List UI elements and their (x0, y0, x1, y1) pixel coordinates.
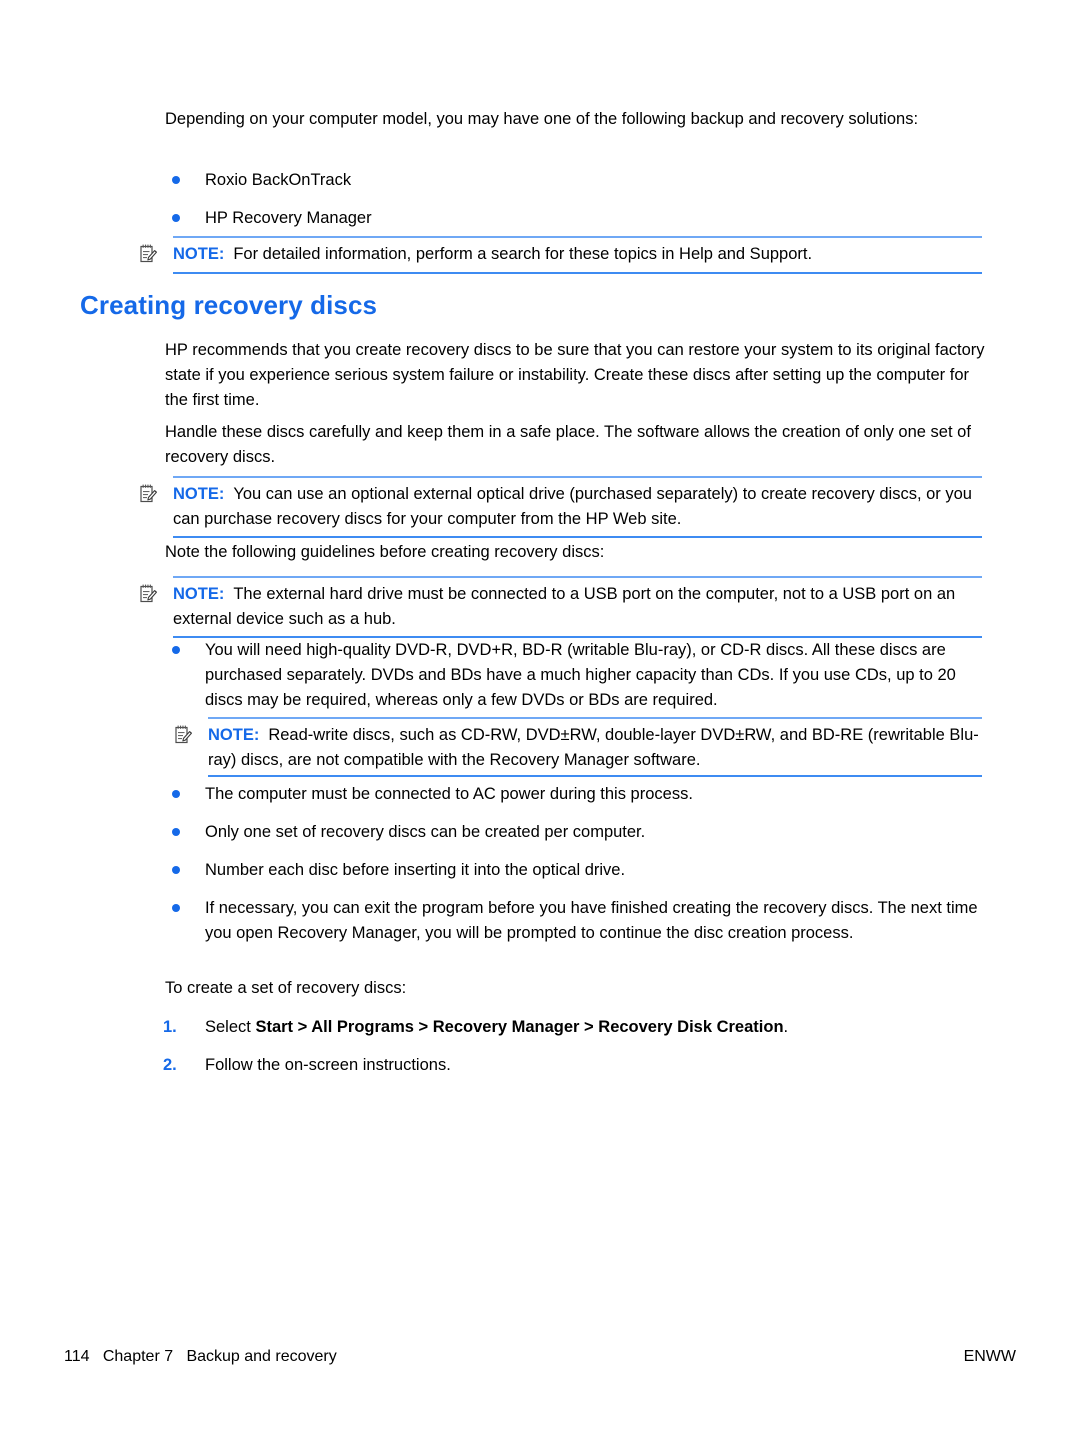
step-label: Follow the on-screen instructions. (205, 1053, 983, 1078)
note-bottom-rule (173, 272, 982, 274)
note-text-4: NOTE: Read-write discs, such as CD-RW, DV… (208, 723, 982, 773)
step-bold: Start > All Programs > Recovery Manager … (255, 1018, 784, 1036)
step-item-1: 1. Select Start > All Programs > Recover… (163, 1015, 983, 1040)
note-label: NOTE: (173, 585, 225, 603)
list-item: Number each disc before inserting it int… (172, 858, 987, 883)
paragraph-4: To create a set of recovery discs: (165, 979, 407, 997)
note-body-text: The external hard drive must be connecte… (173, 585, 956, 628)
note-callout-2: NOTE: You can use an optional external op… (140, 476, 982, 538)
list-item-label: HP Recovery Manager (205, 209, 372, 227)
list-item-label: The computer must be connected to AC pow… (205, 785, 693, 803)
list-item: HP Recovery Manager (172, 206, 872, 231)
note-text-1: NOTE: For detailed information, perform a… (173, 242, 982, 267)
step-prefix: Select (205, 1018, 256, 1036)
step-marker: 1. (163, 1018, 177, 1036)
list-item: Roxio BackOnTrack (172, 168, 872, 193)
list-item: Only one set of recovery discs can be cr… (172, 820, 987, 845)
note-bottom-rule (208, 775, 982, 777)
note-top-rule (173, 576, 982, 578)
note-bottom-rule (173, 536, 982, 538)
note-body-text: You can use an optional external optical… (173, 485, 972, 528)
note-label: NOTE: (208, 726, 260, 744)
note-pencil-icon (140, 484, 157, 503)
list-item: The computer must be connected to AC pow… (172, 782, 987, 807)
note-callout-3: NOTE: The external hard drive must be con… (140, 576, 982, 638)
bullet-dot-icon (172, 214, 180, 222)
list-item-label: Roxio BackOnTrack (205, 171, 352, 189)
bullet-dot-icon (172, 790, 180, 798)
paragraph-1: HP recommends that you create recovery d… (165, 341, 985, 409)
list-item-label: Only one set of recovery discs can be cr… (205, 823, 646, 841)
bullet-dot-icon (172, 866, 180, 874)
bullet-dot-icon (172, 646, 180, 654)
note-pencil-icon (140, 244, 157, 263)
note-pencil-icon (140, 584, 157, 603)
footer-right-text: ENWW (963, 1348, 1016, 1365)
step-marker: 2. (163, 1056, 177, 1074)
list-item: You will need high-quality DVD-R, DVD+R,… (172, 638, 987, 713)
intro-paragraph: Depending on your computer model, you ma… (165, 110, 919, 128)
note-pencil-icon (175, 725, 192, 744)
note-top-rule (173, 236, 982, 238)
list-item-label: You will need high-quality DVD-R, DVD+R,… (205, 641, 956, 709)
note-callout-4: NOTE: Read-write discs, such as CD-RW, DV… (175, 717, 982, 777)
list-item-label: If necessary, you can exit the program b… (205, 899, 978, 942)
step-label: Select Start > All Programs > Recovery M… (205, 1015, 983, 1040)
note-label: NOTE: (173, 485, 225, 503)
document-page: Depending on your computer model, you ma… (0, 0, 1080, 1437)
note-callout-1: NOTE: For detailed information, perform a… (140, 236, 982, 274)
step-item-2: 2. Follow the on-screen instructions. (163, 1053, 983, 1078)
note-label: NOTE: (173, 245, 225, 263)
bullet-dot-icon (172, 828, 180, 836)
step-suffix: . (783, 1018, 789, 1036)
footer-left-text: 114 Chapter 7 Backup and recovery (64, 1348, 337, 1365)
note-text-3: NOTE: The external hard drive must be con… (173, 582, 982, 632)
list-item: If necessary, you can exit the program b… (172, 896, 990, 946)
step-prefix: Follow the on-screen instructions. (205, 1056, 451, 1074)
note-top-rule (208, 717, 982, 719)
list-item-label: Number each disc before inserting it int… (205, 861, 626, 879)
bullet-dot-icon (172, 176, 180, 184)
bullet-dot-icon (172, 904, 180, 912)
note-top-rule (173, 476, 982, 478)
note-body-text: For detailed information, perform a sear… (233, 245, 813, 263)
paragraph-2: Handle these discs carefully and keep th… (165, 423, 971, 466)
paragraph-3: Note the following guidelines before cre… (165, 543, 605, 561)
page-title: Creating recovery discs (80, 290, 378, 320)
note-text-2: NOTE: You can use an optional external op… (173, 482, 982, 532)
note-body-text: Read-write discs, such as CD-RW, DVD±RW,… (208, 726, 979, 769)
